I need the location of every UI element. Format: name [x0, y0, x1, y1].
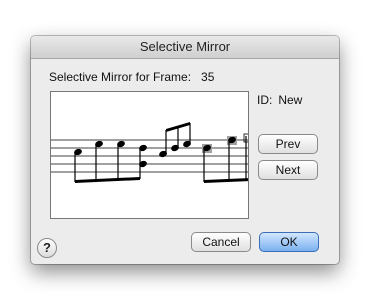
id-label: ID: New: [257, 93, 302, 107]
title-bar[interactable]: Selective Mirror: [31, 36, 339, 59]
selective-mirror-dialog: Selective Mirror Selective Mirror for Fr…: [31, 36, 339, 264]
beam-1: [75, 177, 140, 183]
note-stems-3: [203, 136, 247, 182]
ok-button[interactable]: OK: [259, 232, 319, 252]
cancel-button[interactable]: Cancel: [191, 232, 251, 252]
staff-lines: [51, 139, 248, 173]
prev-button[interactable]: Prev: [258, 134, 318, 154]
note-stems-1: [74, 144, 141, 182]
window-title: Selective Mirror: [139, 39, 231, 54]
music-staff-graphic: [51, 122, 248, 183]
id-label-text: ID:: [257, 93, 273, 107]
next-button[interactable]: Next: [258, 160, 318, 180]
help-button[interactable]: ?: [37, 238, 57, 258]
music-preview: [50, 91, 249, 219]
frame-label-text: Selective Mirror for Frame:: [49, 70, 192, 84]
frame-label: Selective Mirror for Frame: 35: [49, 70, 214, 84]
frame-number: 35: [201, 70, 215, 84]
note-group-2: [159, 140, 191, 158]
id-value: New: [278, 93, 303, 107]
beam-3: [204, 178, 248, 183]
